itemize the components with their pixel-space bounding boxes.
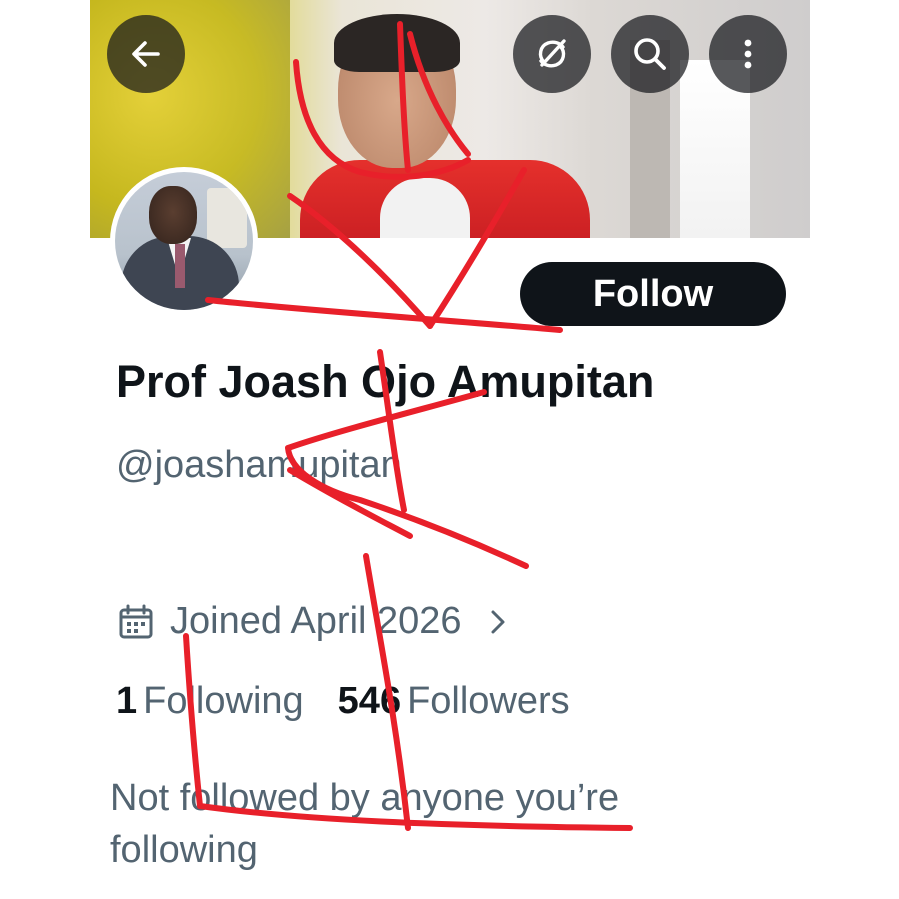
avatar-face (149, 186, 197, 244)
joined-date-text: Joined April 2026 (170, 600, 462, 642)
avatar[interactable] (110, 167, 258, 315)
follow-button[interactable]: Follow (520, 262, 786, 326)
followers-count: 546 (337, 680, 402, 722)
joined-date-row[interactable]: Joined April 2026 (118, 600, 512, 643)
followers-label: Followers (407, 680, 570, 722)
calendar-icon (119, 604, 153, 638)
display-name: Prof Joash Ojo Amupitan (116, 356, 655, 407)
grok-button[interactable] (513, 15, 591, 93)
banner-person-hair (334, 14, 460, 72)
search-icon (634, 38, 666, 70)
more-vertical-icon (744, 39, 752, 69)
search-button[interactable] (611, 15, 689, 93)
follow-stats: 1 Following 546 Followers (116, 680, 570, 723)
mutual-followers-note: Not followed by anyone you’re following (110, 777, 620, 871)
chevron-right-icon (491, 610, 505, 633)
following-label: Following (143, 680, 304, 722)
followers-stat[interactable]: 546 Followers (338, 680, 570, 723)
grok-icon (538, 39, 566, 68)
user-handle: @joashamupitan (116, 444, 402, 486)
following-count: 1 (116, 680, 138, 722)
avatar-background (207, 188, 247, 248)
back-button[interactable] (107, 15, 185, 93)
profile-screen: Follow Prof Joash Ojo Amupitan @joashamu… (0, 0, 899, 899)
following-stat[interactable]: 1 Following (116, 680, 304, 723)
avatar-photo (115, 172, 253, 310)
arrow-left-icon (132, 41, 160, 67)
more-options-button[interactable] (709, 15, 787, 93)
avatar-tie (175, 244, 185, 288)
